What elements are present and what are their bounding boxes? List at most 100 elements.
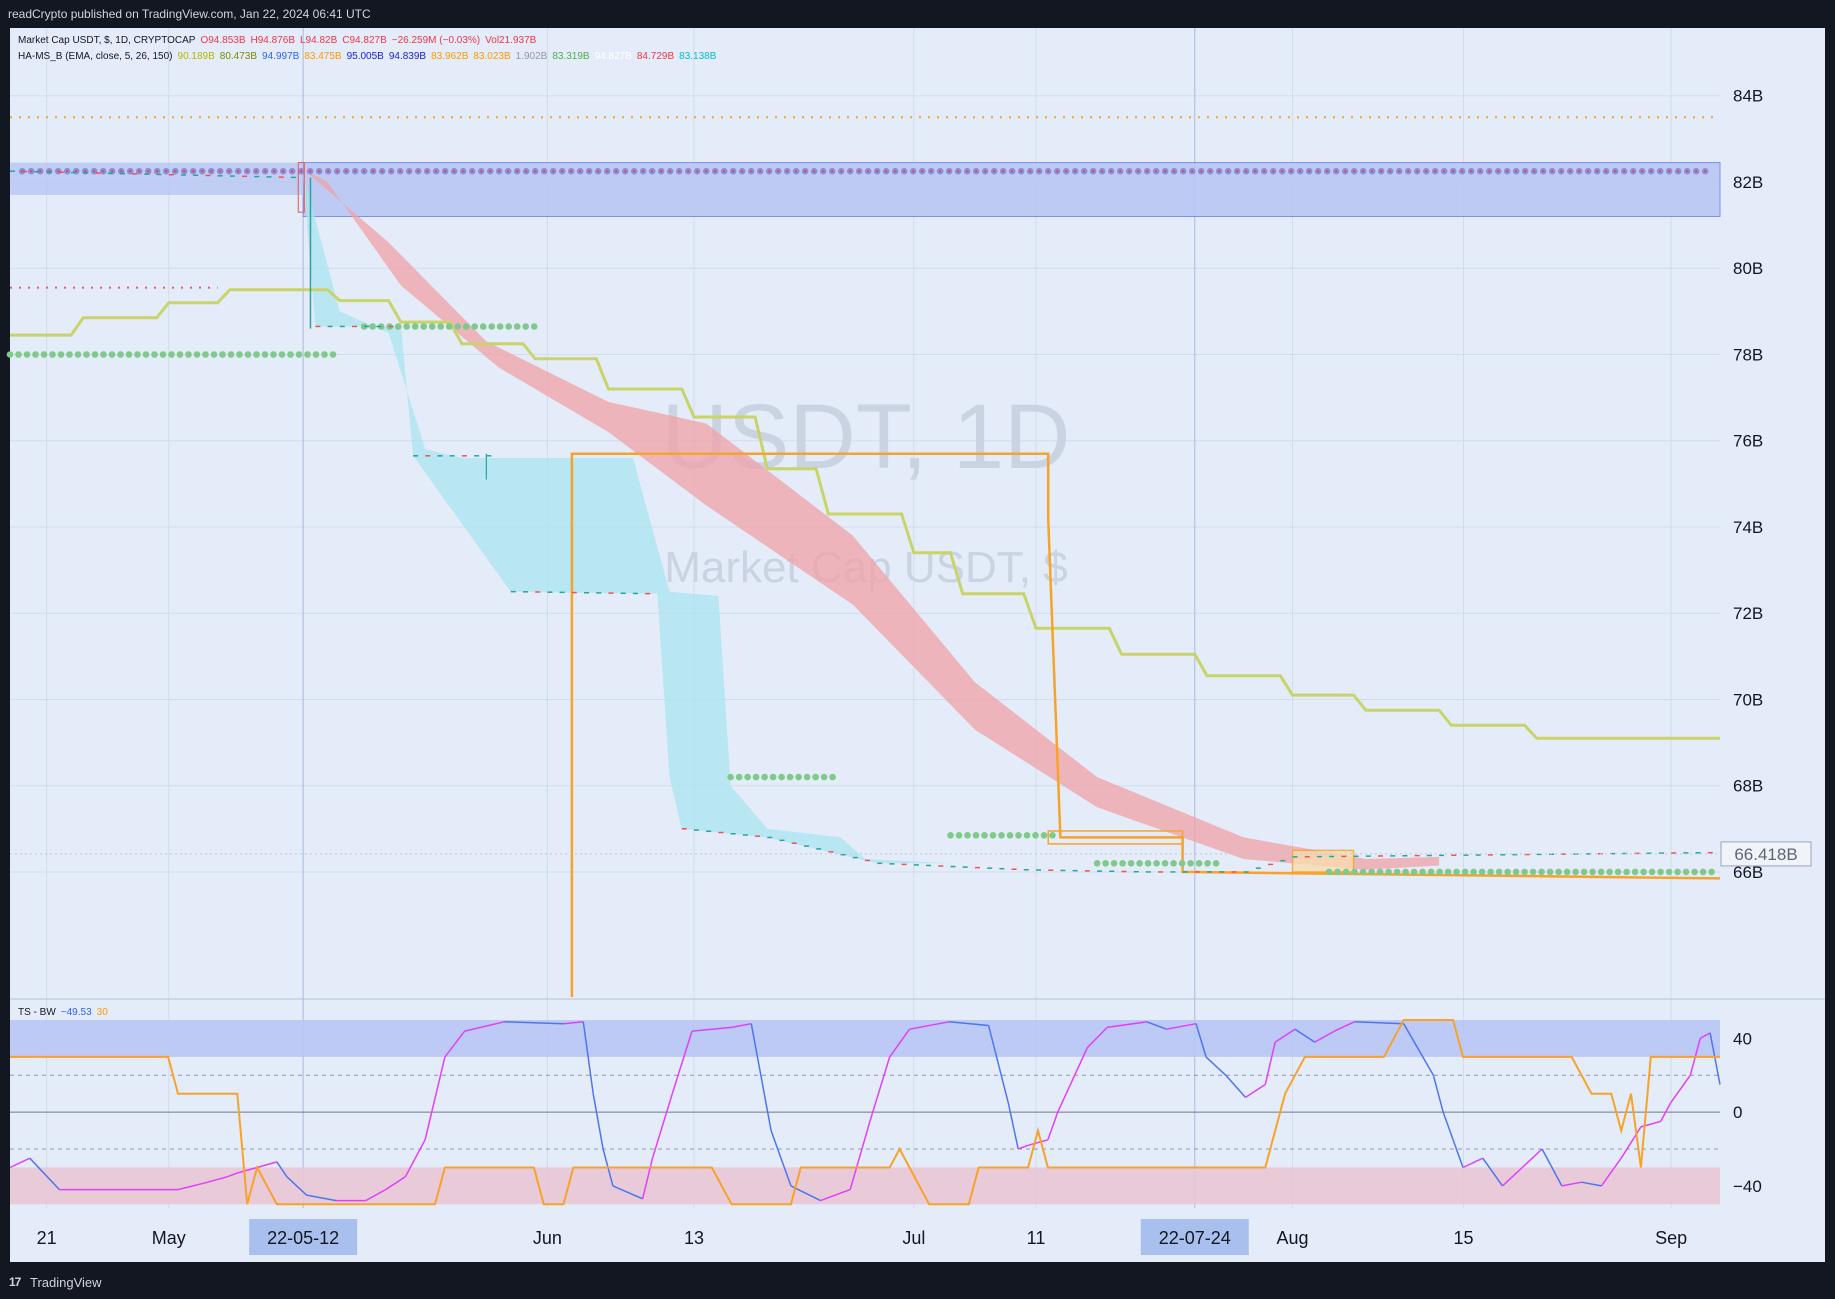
osc-line-segment bbox=[1027, 1139, 1049, 1147]
legend-oscillator-values: −49.53 30 bbox=[61, 1007, 113, 1018]
green-dot bbox=[727, 773, 734, 781]
resistance-dot-center bbox=[984, 170, 987, 173]
green-dot bbox=[193, 351, 201, 358]
resistance-dot-center bbox=[525, 170, 528, 173]
green-dot bbox=[1623, 868, 1630, 876]
green-dot bbox=[1580, 868, 1588, 876]
resistance-dot-center bbox=[93, 170, 96, 173]
resistance-dot-center bbox=[552, 170, 555, 173]
green-dot bbox=[1325, 868, 1333, 876]
resistance-dot-center bbox=[768, 170, 771, 173]
resistance-dot-center bbox=[327, 170, 330, 173]
green-dot bbox=[117, 351, 124, 358]
resistance-dot-center bbox=[912, 170, 915, 173]
green-dot bbox=[1153, 860, 1160, 867]
resistance-dot-center bbox=[1011, 170, 1014, 173]
green-dot bbox=[1161, 860, 1169, 867]
green-dot bbox=[1049, 832, 1056, 839]
resistance-dot-center bbox=[930, 170, 933, 173]
green-dot bbox=[1614, 868, 1622, 876]
osc-line-segment bbox=[1521, 1148, 1543, 1169]
green-dot bbox=[752, 773, 760, 781]
resistance-dot-center bbox=[1506, 170, 1509, 173]
osc-line-segment bbox=[1057, 1047, 1089, 1113]
resistance-dot-center bbox=[273, 170, 276, 173]
resistance-dot-center bbox=[1488, 170, 1491, 173]
green-dot bbox=[445, 323, 453, 330]
resistance-dot-center bbox=[642, 170, 645, 173]
resistance-dot-center bbox=[1155, 170, 1158, 173]
green-dot bbox=[403, 323, 411, 330]
green-dot bbox=[23, 351, 31, 358]
resistance-dot-center bbox=[1704, 170, 1707, 173]
resistance-dot-center bbox=[687, 170, 690, 173]
chart-canvas[interactable]: USDT, 1D Market Cap USDT, $ 66.418B84B82… bbox=[0, 0, 1835, 1262]
resistance-dot-center bbox=[1083, 170, 1086, 173]
resistance-dot-center bbox=[777, 170, 780, 173]
resistance-dot-center bbox=[939, 170, 942, 173]
resistance-dot-center bbox=[1380, 170, 1383, 173]
green-dot bbox=[91, 351, 99, 358]
oscillator-pane[interactable] bbox=[9, 1019, 1721, 1206]
green-dot bbox=[437, 323, 445, 330]
green-dot bbox=[1461, 868, 1469, 876]
resistance-dot-center bbox=[282, 170, 285, 173]
osc-line-segment bbox=[1007, 1102, 1019, 1150]
legend-value: 30 bbox=[96, 1007, 108, 1018]
resistance-dot-center bbox=[1533, 170, 1536, 173]
osc-line-segment bbox=[1017, 1144, 1029, 1150]
resistance-dot-center bbox=[714, 170, 717, 173]
resistance-dot-center bbox=[1614, 170, 1617, 173]
resistance-dot-center bbox=[111, 170, 114, 173]
green-dot bbox=[1529, 868, 1537, 876]
resistance-dot-center bbox=[867, 170, 870, 173]
resistance-dot-center bbox=[1182, 170, 1185, 173]
resistance-dot-center bbox=[84, 170, 87, 173]
green-dot bbox=[955, 832, 963, 839]
green-dot bbox=[795, 773, 802, 781]
resistance-dot-center bbox=[174, 170, 177, 173]
resistance-dot-center bbox=[534, 170, 537, 173]
legend-value: Vol21.937B bbox=[485, 35, 537, 46]
green-dot bbox=[1427, 868, 1435, 876]
resistance-dot-center bbox=[786, 170, 789, 173]
green-dot bbox=[295, 351, 303, 358]
osc-line-segment bbox=[1669, 1074, 1691, 1104]
green-dot bbox=[1195, 860, 1203, 867]
resistance-dot-center bbox=[444, 170, 447, 173]
green-dot bbox=[1127, 860, 1135, 867]
x-tick-label: 13 bbox=[684, 1228, 704, 1248]
resistance-dot-center bbox=[471, 170, 474, 173]
green-dot bbox=[1512, 868, 1520, 876]
resistance-dot-center bbox=[948, 170, 951, 173]
osc-y-tick-label: 0 bbox=[1733, 1103, 1742, 1122]
green-dot bbox=[411, 323, 419, 330]
resistance-dot-center bbox=[732, 170, 735, 173]
resistance-dot-center bbox=[147, 170, 150, 173]
green-dot bbox=[219, 351, 226, 358]
green-dot bbox=[1093, 860, 1101, 867]
resistance-dot-center bbox=[480, 170, 483, 173]
green-dot bbox=[1376, 868, 1384, 876]
green-dot bbox=[1410, 868, 1418, 876]
resistance-dot-center bbox=[1146, 170, 1149, 173]
green-dot bbox=[1606, 868, 1613, 876]
resistance-dot-center bbox=[1092, 170, 1095, 173]
resistance-dot-center bbox=[309, 170, 312, 173]
green-dot bbox=[428, 323, 436, 330]
green-dot bbox=[1478, 868, 1486, 876]
resistance-dot-center bbox=[354, 170, 357, 173]
legend-value: 83.319B bbox=[552, 51, 590, 62]
osc-line-segment bbox=[1225, 1074, 1247, 1098]
resistance-dot-center bbox=[1371, 170, 1374, 173]
resistance-dot-center bbox=[1677, 170, 1680, 173]
resistance-dot-center bbox=[1272, 170, 1275, 173]
resistance-dot-center bbox=[876, 170, 879, 173]
resistance-dot-center bbox=[1173, 170, 1176, 173]
legend-value: 94.997B bbox=[262, 51, 300, 62]
resistance-zone-left bbox=[10, 162, 304, 195]
x-tick-label: Sep bbox=[1655, 1228, 1687, 1248]
green-dot bbox=[261, 351, 269, 358]
resistance-dot-center bbox=[588, 170, 591, 173]
legend-indicator: HA-MS_B (EMA, close, 5, 26, 150) 90.189B 8… bbox=[18, 51, 726, 62]
